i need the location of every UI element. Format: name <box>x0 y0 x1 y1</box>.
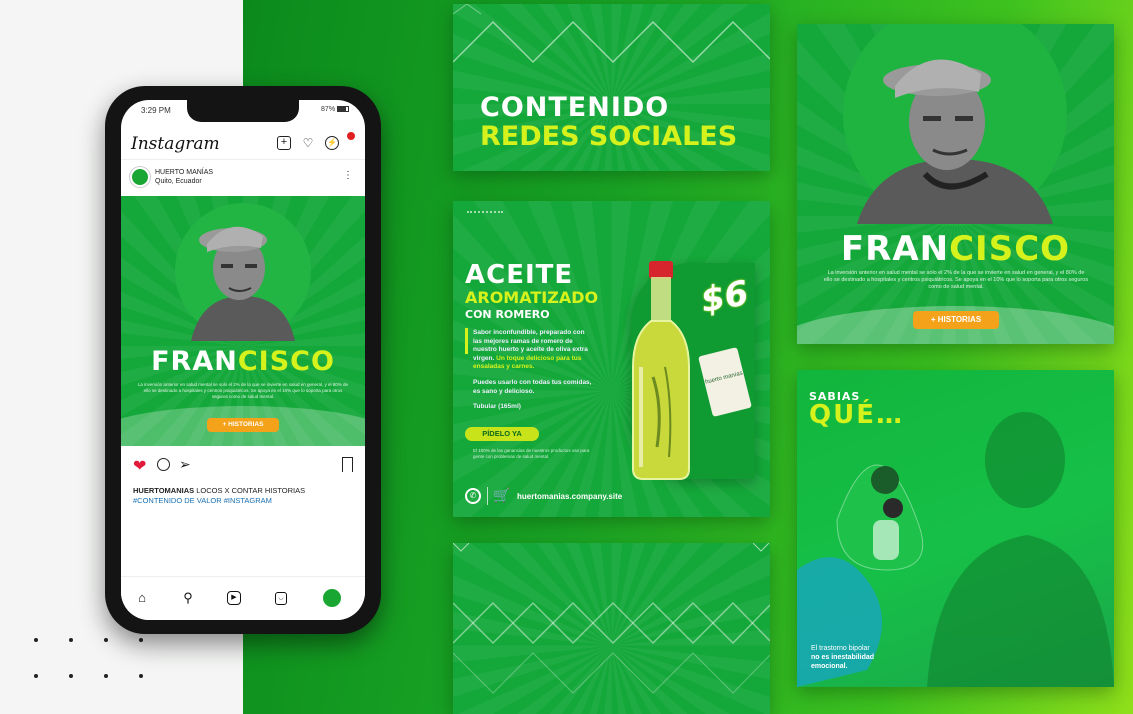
diamond-pattern <box>453 543 770 694</box>
post-title: FRANCISCO <box>151 346 335 377</box>
messenger-icon[interactable]: ⚡ <box>325 136 339 150</box>
francisco-historias-button[interactable]: + HISTORIAS <box>913 311 999 329</box>
card-title: CONTENIDO REDES SOCIALES <box>453 4 770 171</box>
caption-user[interactable]: HUERTOMANIAS <box>133 486 194 495</box>
accent-bar <box>465 328 468 354</box>
caption-text: LOCOS X CONTAR HISTORIAS <box>196 486 306 495</box>
dots-decoration <box>467 211 503 215</box>
post-header: HUERTO MANÍAS Quito, Ecuador ⋮ <box>121 162 365 194</box>
post-body: La inversión anterior en salud mental se… <box>137 382 349 399</box>
account-info: HUERTO MANÍAS Quito, Ecuador <box>155 168 213 186</box>
canvas: 3:29 PM 87% Instagram + ♡ ⚡ HUERTO MANÍA… <box>0 0 1133 714</box>
instagram-logo: Instagram <box>131 134 220 154</box>
card-title-line1: CONTENIDO <box>480 92 670 123</box>
like-icon[interactable]: ❤ <box>133 456 146 476</box>
caption-hashtags[interactable]: #CONTENIDO DE VALOR #INSTAGRAM <box>133 496 272 505</box>
website-link[interactable]: huertomanias.company.site <box>517 492 622 501</box>
status-battery: 87% <box>321 106 349 113</box>
notification-badge <box>347 132 355 140</box>
profile-icon[interactable] <box>323 589 341 607</box>
status-time: 3:29 PM <box>141 106 171 115</box>
instagram-header: Instagram + ♡ ⚡ <box>121 128 365 160</box>
account-name[interactable]: HUERTO MANÍAS <box>155 168 213 177</box>
footer-divider <box>487 487 488 505</box>
francisco-artwork <box>797 24 1114 344</box>
search-icon[interactable]: ⚲ <box>179 589 197 607</box>
comment-icon[interactable] <box>157 458 170 471</box>
bottom-tab-bar: ⌂ ⚲ ▶ ◡ <box>121 576 365 620</box>
post-image[interactable]: FRANCISCO La inversión anterior en salud… <box>121 196 365 446</box>
bookmark-icon[interactable] <box>342 457 353 472</box>
reels-icon[interactable]: ▶ <box>227 591 241 605</box>
oil-description-2: Puedes usarlo con todas tus comidas, es … <box>473 379 592 395</box>
card-oil: ACEITE AROMATIZADO CON ROMERO Sabor inco… <box>453 201 770 517</box>
add-icon[interactable]: + <box>277 136 291 150</box>
avatar[interactable] <box>130 167 150 187</box>
oil-description: Sabor inconfundible, preparado con las m… <box>473 329 588 370</box>
order-button[interactable]: PÍDELO YA <box>465 427 539 441</box>
shop-icon[interactable]: ◡ <box>275 592 287 605</box>
phone-mockup: 3:29 PM 87% Instagram + ♡ ⚡ HUERTO MANÍA… <box>105 86 381 634</box>
post-caption: HUERTOMANIAS LOCOS X CONTAR HISTORIAS #C… <box>133 486 355 506</box>
whatsapp-icon[interactable]: ✆ <box>465 488 481 504</box>
battery-icon <box>337 106 349 113</box>
price-label: $6 <box>697 273 752 321</box>
card-francisco: FRANCISCO La inversión anterior en salud… <box>797 24 1114 344</box>
card-sabias: SABIAS QUÉ… El trastorno bipolar no es i… <box>797 370 1114 687</box>
card-pattern <box>453 543 770 714</box>
phone-notch <box>187 100 299 122</box>
oil-size: Tubular (165ml) <box>473 403 521 410</box>
more-options-icon[interactable]: ⋮ <box>343 170 353 181</box>
heart-icon[interactable]: ♡ <box>301 136 315 150</box>
cart-icon[interactable]: 🛒 <box>493 487 510 504</box>
oil-title: ACEITE <box>465 260 574 290</box>
francisco-body: La inversión anterior en salud mental se… <box>823 270 1089 290</box>
oil-fine-print: El 100% de las ganancias de nuestros pro… <box>473 448 590 459</box>
post-artwork <box>121 203 365 446</box>
sabias-caption: El trastorno bipolar no es inestabilidad… <box>811 645 875 670</box>
sabias-line2: QUÉ… <box>809 400 904 430</box>
oil-subtitle-2: CON ROMERO <box>465 308 550 321</box>
phone-screen: 3:29 PM 87% Instagram + ♡ ⚡ HUERTO MANÍA… <box>121 100 365 620</box>
share-icon[interactable]: ➢ <box>179 456 191 473</box>
oil-subtitle: AROMATIZADO <box>465 288 599 307</box>
post-historias-button[interactable]: + HISTORIAS <box>207 418 279 432</box>
card-title-line2: REDES SOCIALES <box>480 121 738 152</box>
account-location[interactable]: Quito, Ecuador <box>155 177 213 186</box>
person-icon <box>927 412 1114 687</box>
home-icon[interactable]: ⌂ <box>133 589 151 607</box>
francisco-title: FRANCISCO <box>840 229 1071 269</box>
